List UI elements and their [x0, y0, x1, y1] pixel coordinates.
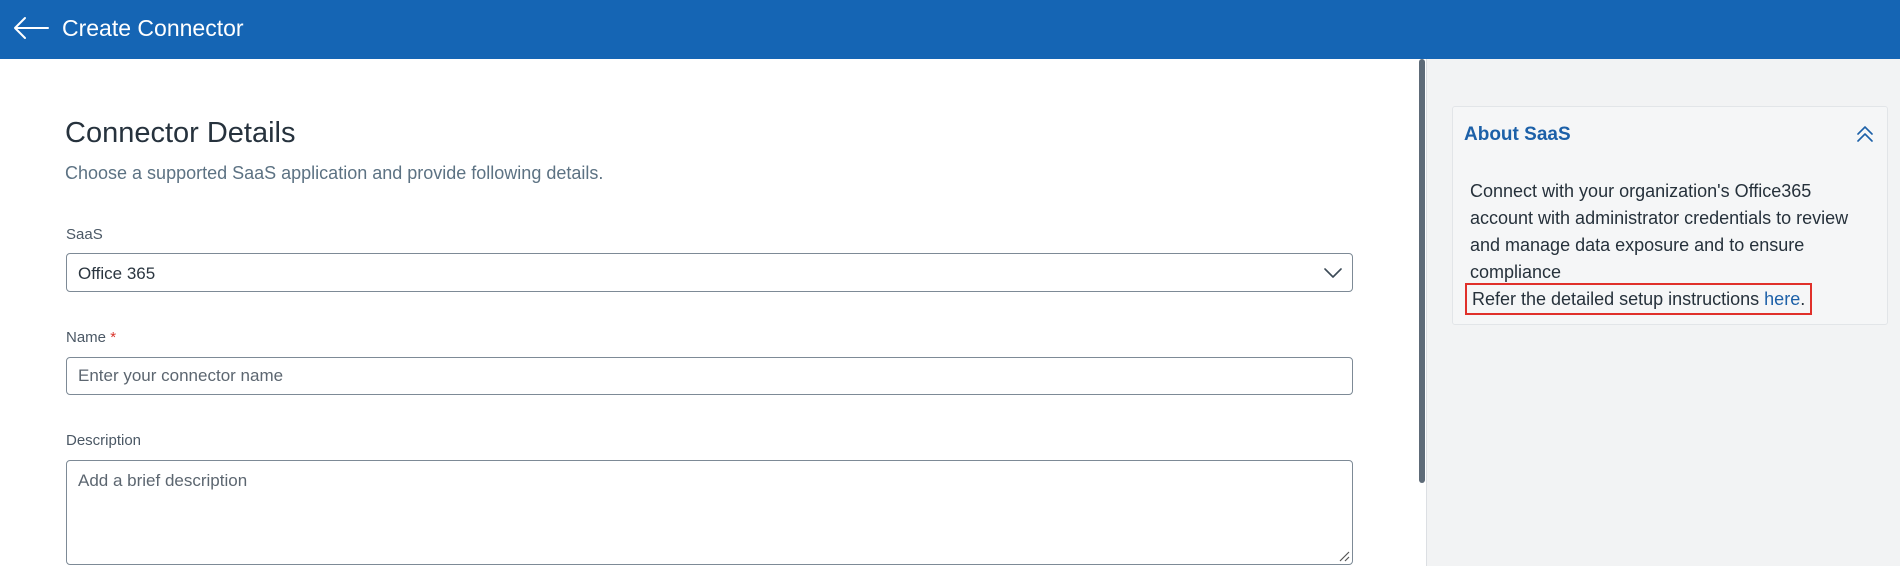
page-title: Create Connector: [62, 15, 244, 41]
setup-instructions-note: Refer the detailed setup instructions he…: [1465, 283, 1813, 315]
description-label: Description: [66, 432, 142, 449]
section-subtitle: Choose a supported SaaS application and …: [65, 163, 604, 183]
setup-instructions-link[interactable]: here: [1764, 289, 1800, 310]
chevron-double-up-icon[interactable]: [1855, 124, 1875, 144]
back-button[interactable]: [12, 14, 50, 42]
refer-suffix: .: [1800, 288, 1806, 309]
about-description: Connect with your organization's Office3…: [1470, 181, 1849, 282]
required-marker: *: [110, 329, 117, 346]
arrow-left-icon: [14, 17, 49, 39]
name-input[interactable]: [66, 357, 1353, 395]
app-header: Create Connector: [0, 0, 1900, 59]
resize-handle-icon[interactable]: [1337, 549, 1350, 562]
name-label: Name *: [66, 329, 116, 346]
about-saas-card: About SaaS Connect with your organizatio…: [1452, 106, 1888, 325]
section-title: Connector Details: [65, 117, 296, 149]
about-title: About SaaS: [1464, 124, 1571, 145]
saas-label: SaaS: [66, 226, 103, 243]
saas-select[interactable]: Office 365: [66, 253, 1353, 292]
refer-text: Refer the detailed setup instructions: [1472, 288, 1765, 309]
main-scrollbar-thumb[interactable]: [1419, 59, 1425, 483]
name-label-text: Name: [66, 329, 107, 346]
chevron-down-icon: [1324, 268, 1342, 278]
description-textarea[interactable]: [66, 460, 1353, 565]
saas-selected-value: Office 365: [78, 264, 156, 283]
